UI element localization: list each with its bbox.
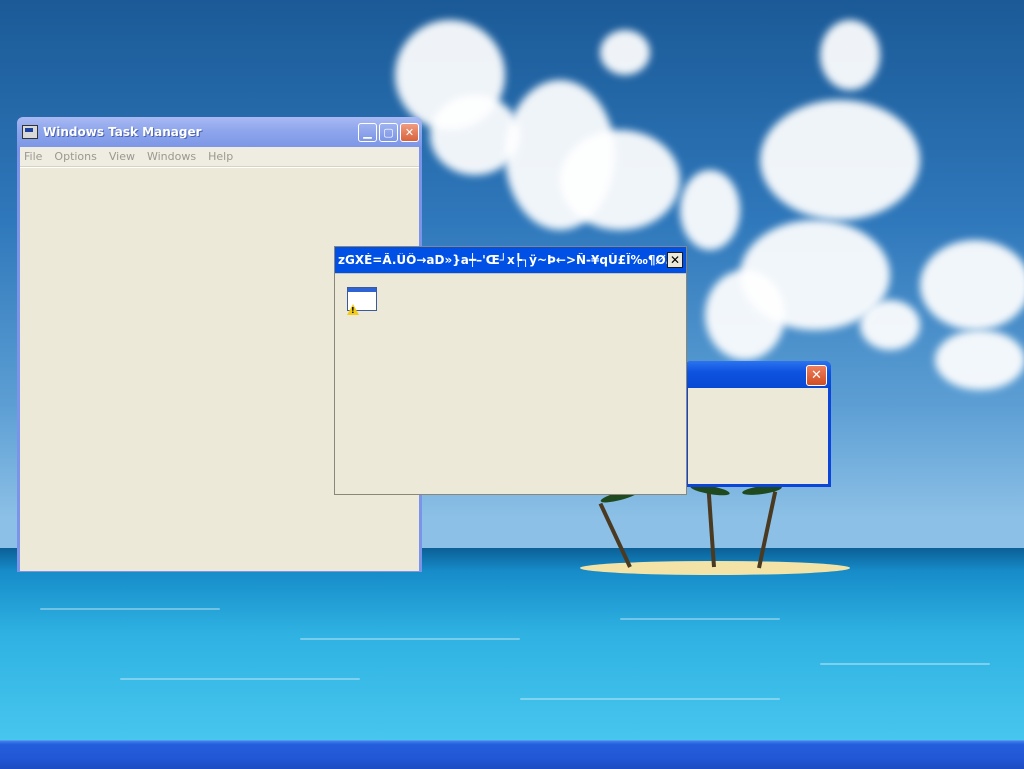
error-dialog-title: zGXÉ=Ã.ÜÔ→aD»}a┿–'Œ┘x┡┐ÿ~Þ←>Ñ-¥qÙ£Ï‰¶Ø… <box>338 253 667 267</box>
close-icon: ✕ <box>669 253 681 267</box>
maximize-button[interactable]: ▢ <box>379 122 398 142</box>
menu-help[interactable]: Help <box>208 150 233 163</box>
task-manager-icon <box>22 125 38 139</box>
task-manager-title: Windows Task Manager <box>43 125 202 139</box>
menu-options[interactable]: Options <box>54 150 96 163</box>
close-button[interactable]: ✕ <box>400 122 419 142</box>
background-dialog-close-button[interactable]: ✕ <box>806 365 827 386</box>
taskbar[interactable] <box>0 740 1024 769</box>
task-manager-menubar: File Options View Windows Help <box>20 147 419 167</box>
menu-windows[interactable]: Windows <box>147 150 196 163</box>
close-icon: ✕ <box>811 368 822 383</box>
error-dialog-window[interactable]: zGXÉ=Ã.ÜÔ→aD»}a┿–'Œ┘x┡┐ÿ~Þ←>Ñ-¥qÙ£Ï‰¶Ø… … <box>334 246 687 495</box>
background-dialog-titlebar[interactable]: ✕ <box>685 361 831 388</box>
menu-view[interactable]: View <box>109 150 135 163</box>
minimize-button[interactable]: ▁ <box>358 122 377 142</box>
background-dialog-client-area <box>688 388 828 484</box>
background-dialog-window[interactable]: ✕ <box>685 361 831 487</box>
close-icon: ✕ <box>404 125 415 139</box>
sea <box>0 548 1024 740</box>
maximize-icon: ▢ <box>383 125 394 139</box>
error-dialog-titlebar[interactable]: zGXÉ=Ã.ÜÔ→aD»}a┿–'Œ┘x┡┐ÿ~Þ←>Ñ-¥qÙ£Ï‰¶Ø… … <box>335 247 686 274</box>
task-manager-titlebar[interactable]: Windows Task Manager ▁ ▢ ✕ <box>17 117 422 147</box>
warning-window-icon: ! <box>347 287 381 321</box>
menu-file[interactable]: File <box>24 150 42 163</box>
minimize-icon: ▁ <box>363 125 372 139</box>
error-dialog-close-button[interactable]: ✕ <box>667 252 683 268</box>
